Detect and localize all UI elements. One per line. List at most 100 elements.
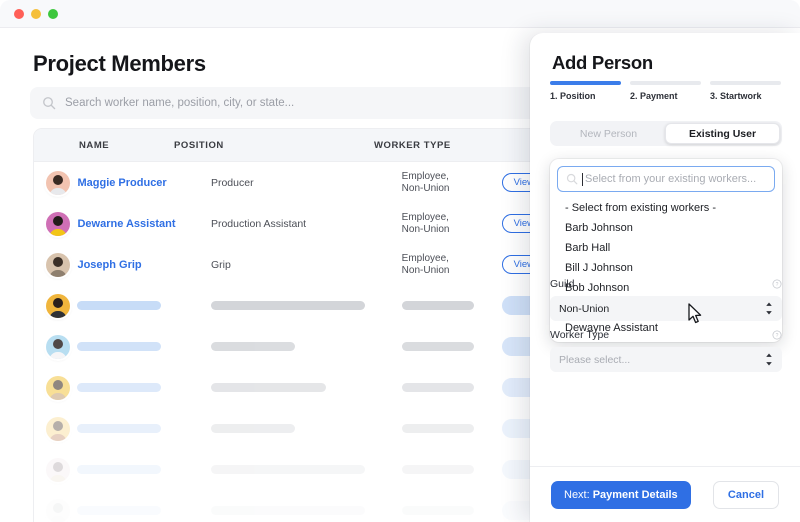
skeleton-name — [77, 342, 162, 351]
cancel-button[interactable]: Cancel — [712, 481, 779, 509]
avatar — [46, 211, 70, 236]
table-row[interactable]: Maggie Producer Producer Employee, Non-Unio… — [34, 162, 559, 203]
avatar — [46, 334, 70, 359]
search-placeholder: Search worker name, position, city, or s… — [65, 97, 295, 109]
avatar-cell — [34, 416, 77, 441]
stepper-arrows-icon[interactable] — [765, 353, 773, 366]
panel-footer: Next: Payment Details Cancel — [530, 466, 800, 522]
app-window: Project Members Search worker name, posi… — [0, 0, 800, 522]
avatar — [46, 375, 70, 400]
segment-existing-user[interactable]: Existing User — [665, 123, 780, 144]
skeleton-position — [210, 424, 295, 433]
add-person-panel: Add Person 1. Position 2. Payment 3. Start… — [530, 33, 800, 522]
person-type-segmented-control[interactable]: New Person Existing User — [550, 121, 782, 146]
field-guild: Guild? Non-Union — [550, 278, 782, 321]
step-progress-bar — [630, 81, 701, 85]
worker-search-placeholder: Select from your existing workers... — [585, 173, 757, 185]
table-row-placeholder — [34, 326, 559, 367]
skeleton-position — [210, 342, 295, 351]
worker-option[interactable]: Bill J Johnson — [557, 258, 775, 278]
skeleton-worker-type — [401, 506, 474, 515]
avatar — [46, 252, 70, 277]
skeleton-worker-type — [401, 465, 474, 474]
help-circle-icon[interactable]: ? — [772, 279, 782, 289]
step-progress-bar — [550, 81, 621, 85]
skeleton-position — [210, 301, 365, 310]
skeleton-name — [77, 506, 162, 515]
member-position: Producer — [210, 176, 254, 189]
select-guild[interactable]: Non-Union — [550, 296, 782, 321]
avatar — [46, 416, 70, 441]
search-icon — [566, 173, 578, 185]
minimize-window-button[interactable] — [31, 9, 41, 19]
avatar-cell — [34, 211, 77, 236]
panel-title: Add Person — [552, 52, 653, 73]
avatar — [46, 293, 70, 318]
table-row-placeholder — [34, 367, 559, 408]
skeleton-position — [210, 465, 365, 474]
field-label: Guild — [550, 278, 575, 290]
member-name-link[interactable]: Joseph Grip — [77, 259, 141, 271]
step-label: 1. Position — [550, 90, 596, 101]
avatar-cell — [34, 252, 77, 277]
avatar-cell — [34, 375, 77, 400]
skeleton-name — [77, 465, 162, 474]
step-3[interactable]: 3. Startwork — [710, 81, 781, 101]
member-name-link[interactable]: Dewarne Assistant — [77, 218, 175, 230]
select-worker-type[interactable]: Please select... — [550, 347, 782, 372]
avatar-cell — [34, 334, 77, 359]
table-row-placeholder — [34, 408, 559, 449]
column-header-worker-type: WORKER TYPE — [374, 139, 451, 151]
worker-option[interactable]: - Select from existing workers - — [557, 198, 775, 218]
step-progress: 1. Position 2. Payment 3. Startwork — [550, 81, 782, 101]
close-window-button[interactable] — [14, 9, 24, 19]
skeleton-worker-type — [401, 301, 474, 310]
stepper-arrows-icon[interactable] — [765, 302, 773, 315]
maximize-window-button[interactable] — [48, 9, 58, 19]
skeleton-worker-type — [401, 342, 474, 351]
search-input[interactable]: Search worker name, position, city, or s… — [30, 87, 560, 119]
skeleton-worker-type — [401, 424, 474, 433]
member-worker-type: Employee, Non-Union — [401, 170, 450, 194]
field-worker-type: Worker Type? Please select... — [550, 329, 782, 372]
next-button-prefix: Next: — [564, 489, 590, 501]
table-body: Maggie Producer Producer Employee, Non-Unio… — [34, 162, 559, 522]
skeleton-name — [77, 383, 162, 392]
step-1[interactable]: 1. Position — [550, 81, 621, 101]
worker-option[interactable]: Barb Hall — [557, 238, 775, 258]
segment-new-person[interactable]: New Person — [552, 123, 665, 144]
table-row-placeholder — [34, 449, 559, 490]
step-2[interactable]: 2. Payment — [630, 81, 701, 101]
help-circle-icon[interactable]: ? — [772, 330, 782, 340]
avatar-cell — [34, 293, 77, 318]
table-row[interactable]: Joseph Grip Grip Employee, Non-Union View — [34, 244, 559, 285]
column-header-position: POSITION — [174, 139, 224, 151]
table-row[interactable]: Dewarne Assistant Production Assistant Emp… — [34, 203, 559, 244]
next-payment-details-button[interactable]: Next: Payment Details — [551, 481, 691, 509]
text-caret — [582, 172, 583, 186]
step-progress-bar — [710, 81, 781, 85]
svg-text:?: ? — [776, 333, 779, 339]
worker-search-input[interactable]: Select from your existing workers... — [557, 166, 775, 192]
avatar — [46, 170, 70, 195]
worker-option[interactable]: Barb Johnson — [557, 218, 775, 238]
member-worker-type: Employee, Non-Union — [401, 252, 450, 276]
members-table: NAME POSITION WORKER TYPE Maggie Produce… — [33, 128, 560, 522]
member-name-link[interactable]: Maggie Producer — [77, 177, 166, 189]
avatar-cell — [34, 170, 77, 195]
skeleton-name — [77, 424, 162, 433]
column-header-name: NAME — [79, 139, 110, 151]
mouse-pointer-icon — [688, 303, 702, 324]
page-title: Project Members — [33, 51, 206, 76]
next-button-label: Payment Details — [592, 489, 678, 501]
avatar-cell — [34, 498, 77, 522]
window-controls — [14, 9, 58, 19]
step-label: 2. Payment — [630, 90, 678, 101]
member-position: Production Assistant — [210, 217, 307, 230]
skeleton-position — [210, 506, 365, 515]
avatar — [46, 498, 70, 522]
select-value: Please select... — [559, 353, 631, 366]
member-position: Grip — [210, 258, 231, 271]
select-value: Non-Union — [559, 302, 610, 315]
search-icon — [43, 97, 56, 110]
